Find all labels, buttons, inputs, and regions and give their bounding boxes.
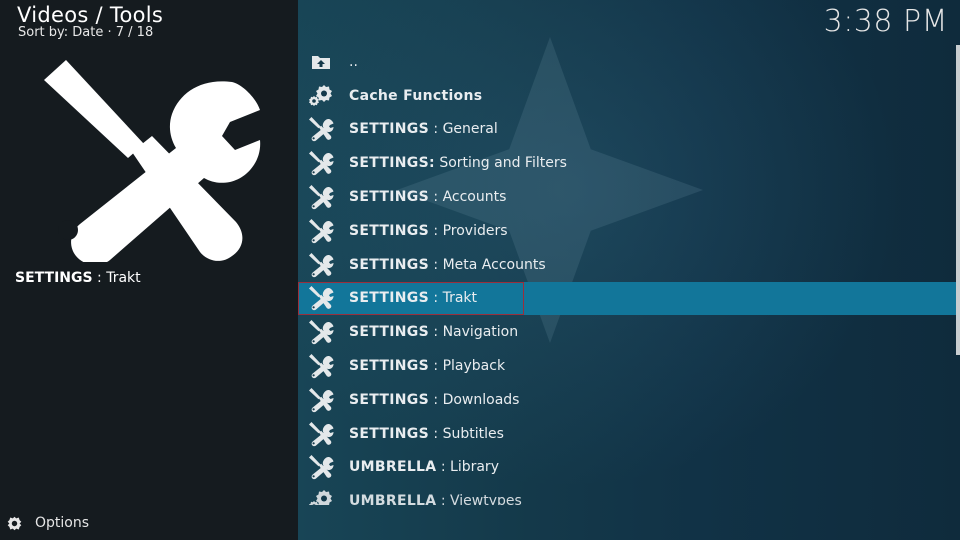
list-item-label-rest: : Accounts [428, 189, 507, 206]
list-item-label-bold: Cache Functions [349, 87, 483, 104]
tools-icon [308, 353, 334, 379]
tools-icon [308, 150, 334, 176]
list-item-label-bold: UMBRELLA [349, 493, 437, 505]
list-item-label-bold: SETTINGS [349, 256, 429, 273]
tools-icon [308, 319, 334, 345]
list-item-label: SETTINGS : Accounts [349, 189, 506, 205]
list-item[interactable]: SETTINGS : Trakt [298, 281, 956, 316]
gears-icon [308, 83, 334, 109]
list-item[interactable]: SETTINGS : Navigation [298, 315, 956, 349]
gears-icon [308, 488, 334, 505]
list-item-label-rest: : Navigation [428, 324, 519, 341]
list-item-label-rest: .. [349, 53, 358, 70]
list-item-label: SETTINGS : Downloads [349, 392, 519, 408]
list-item-label-bold: SETTINGS [349, 121, 429, 138]
list-item[interactable]: SETTINGS : Meta Accounts [298, 248, 956, 282]
list-item-label-bold: SETTINGS [349, 358, 429, 375]
list-item[interactable]: UMBRELLA : Library [298, 451, 956, 485]
menu-list: .. Cache Functions SETTINGS : General SETTI… [298, 45, 956, 505]
list-scrollbar[interactable] [956, 45, 960, 355]
list-item-label: SETTINGS : Trakt [349, 290, 477, 306]
list-item-label-rest: Sorting and Filters [434, 155, 567, 172]
list-item[interactable]: SETTINGS : Downloads [298, 383, 956, 417]
tools-icon [308, 218, 334, 244]
clock: 3:38 PM [823, 4, 948, 39]
list-item-label-rest: : Playback [428, 358, 506, 375]
options-icon [7, 516, 22, 530]
list-item-label: .. [349, 54, 358, 70]
options-label: Options [35, 515, 90, 531]
list-item[interactable]: SETTINGS : Subtitles [298, 417, 956, 451]
list-item[interactable]: SETTINGS : General [298, 113, 956, 147]
tools-icon [308, 421, 334, 447]
list-item-label-bold: SETTINGS [349, 189, 429, 206]
list-item-label-rest: : Providers [428, 222, 508, 239]
list-item-label-rest: : Library [436, 459, 499, 476]
list-item-label-bold: SETTINGS [349, 290, 429, 307]
list-item-label: SETTINGS : Subtitles [349, 426, 504, 442]
list-item-label: SETTINGS : Meta Accounts [349, 257, 546, 273]
list-item-label: SETTINGS : Playback [349, 358, 505, 374]
tools-icon [44, 60, 261, 262]
list-item[interactable]: SETTINGS : Accounts [298, 180, 956, 214]
tools-icon [308, 285, 334, 311]
tools-icon [308, 387, 334, 413]
tools-icon [308, 184, 334, 210]
list-item[interactable]: UMBRELLA : Viewtypes [298, 484, 956, 505]
list-item-label-rest: : Trakt [428, 290, 478, 307]
list-item[interactable]: .. [298, 45, 956, 79]
list-item-label-bold: SETTINGS: [349, 155, 435, 172]
tools-icon [308, 454, 334, 480]
list-item-label-rest: : General [428, 121, 498, 138]
tools-icon [308, 252, 334, 278]
list-item-label-rest: : Subtitles [428, 425, 504, 442]
selected-item-label: SETTINGS : Trakt [15, 270, 141, 286]
kodi-window: Videos / Tools Sort by: Date · 7 / 18 3:… [0, 0, 960, 540]
options-button[interactable]: Options [6, 513, 89, 533]
list-item-label-bold: SETTINGS [349, 222, 429, 239]
list-item-label-bold: SETTINGS [349, 324, 429, 341]
list-item[interactable]: SETTINGS: Sorting and Filters [298, 146, 956, 180]
tools-icon [308, 116, 334, 142]
list-item-label: SETTINGS : Providers [349, 223, 508, 239]
page-title: Videos / Tools [17, 3, 164, 27]
sort-info[interactable]: Sort by: Date · 7 / 18 [18, 25, 153, 40]
list-item-label: SETTINGS : Navigation [349, 324, 518, 340]
list-item-label: SETTINGS : General [349, 121, 498, 137]
selected-label-bold: SETTINGS [15, 270, 93, 286]
list-item-label-bold: SETTINGS [349, 391, 429, 408]
list-item-label-rest: : Downloads [428, 391, 520, 408]
list-item-label: Cache Functions [349, 88, 482, 104]
list-item-label-rest: : Viewtypes [436, 493, 522, 505]
list-item[interactable]: Cache Functions [298, 79, 956, 113]
list-item-label-bold: SETTINGS [349, 425, 429, 442]
list-item[interactable]: SETTINGS : Providers [298, 214, 956, 248]
list-item-label: SETTINGS: Sorting and Filters [349, 155, 567, 171]
selected-label-rest: : Trakt [92, 270, 141, 286]
list-item-label-rest: : Meta Accounts [428, 256, 546, 273]
folder-up-icon [308, 49, 334, 75]
list-item-label: UMBRELLA : Viewtypes [349, 493, 522, 505]
list-item-label-bold: UMBRELLA [349, 459, 437, 476]
list-item[interactable]: SETTINGS : Playback [298, 349, 956, 383]
list-item-label: UMBRELLA : Library [349, 459, 499, 475]
